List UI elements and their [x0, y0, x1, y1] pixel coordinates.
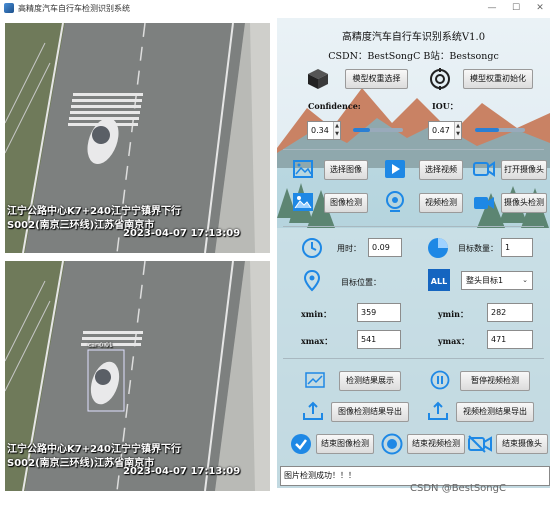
title-bar: 高精度汽车自行车检测识别系统 — ☐ ✕ — [0, 0, 553, 16]
webcam-icon — [386, 191, 404, 212]
system-title: 高精度汽车自行车识别系统V1.0 — [341, 32, 486, 43]
camera-detect-button[interactable]: 摄像头检测 — [501, 193, 547, 213]
select-image-button[interactable]: 选择图像 — [324, 160, 368, 180]
confidence-spinbox[interactable]: 0.34 ▲ ▼ — [307, 121, 341, 140]
divider — [283, 149, 544, 150]
check-circle-icon — [291, 434, 311, 454]
confidence-value: 0.34 — [311, 126, 329, 135]
pause-icon — [430, 370, 450, 390]
target-count-label: 目标数量： — [458, 244, 498, 253]
image-detect-icon — [293, 193, 313, 211]
ymax-field: 471 — [487, 330, 533, 349]
iou-value: 0.47 — [432, 126, 450, 135]
window-title: 高精度汽车自行车检测识别系统 — [18, 3, 130, 13]
confidence-label: Confidence: — [308, 101, 361, 111]
target-select-value: 整头目标1 — [466, 276, 504, 285]
xmin-label: xmin： — [301, 309, 332, 319]
cube-icon — [308, 69, 328, 89]
model-weight-init-button[interactable]: 模型权重初始化 — [463, 69, 533, 89]
confidence-spin-arrows[interactable]: ▲ ▼ — [333, 122, 340, 139]
close-button[interactable]: ✕ — [528, 0, 552, 16]
maximize-button[interactable]: ☐ — [504, 0, 528, 16]
pause-video-button[interactable]: 暂停视频检测 — [460, 371, 530, 391]
pie-chart-icon — [428, 238, 448, 258]
stop-circle-icon — [381, 433, 403, 455]
location-pin-icon — [304, 270, 320, 292]
time-label: 用时： — [337, 244, 361, 253]
open-camera-button[interactable]: 打开摄像头 — [501, 160, 547, 180]
video-file-icon — [385, 160, 405, 178]
camera-icon — [473, 161, 495, 177]
overlay-timestamp: 2023-04-07 17:13:09 — [123, 228, 241, 239]
app-icon — [4, 3, 14, 13]
iou-spin-arrows[interactable]: ▲ ▼ — [454, 122, 461, 139]
confidence-slider[interactable] — [353, 128, 403, 132]
ymin-field: 282 — [487, 303, 533, 322]
detection-image-view: car 0.91 江宁公路中心K7+240江宁宁镇界下行 S002(南京三环线)… — [5, 261, 270, 491]
original-image-view: 江宁公路中心K7+240江宁宁镇界下行 S002(南京三环线)江苏省南京市 20… — [5, 23, 270, 253]
all-targets-icon: ALL — [428, 269, 450, 291]
video-detect-button[interactable]: 视频检测 — [419, 193, 463, 213]
camera-detect-icon — [474, 197, 494, 209]
camera-off-icon — [468, 435, 492, 453]
line-chart-icon — [305, 372, 325, 388]
settings-target-icon — [430, 68, 450, 90]
csdn-watermark: CSDN @BestSongC — [410, 483, 506, 494]
iou-spinbox[interactable]: 0.47 ▲ ▼ — [428, 121, 462, 140]
divider — [283, 226, 544, 227]
minimize-button[interactable]: — — [480, 0, 504, 16]
author-info: CSDN：BestSongC B站：Bestsongc — [328, 51, 499, 62]
export-video-results-button[interactable]: 视频检测结果导出 — [456, 402, 534, 422]
ymax-label: ymax： — [438, 336, 470, 346]
iou-label: IOU： — [432, 101, 458, 111]
select-video-button[interactable]: 选择视频 — [419, 160, 463, 180]
confidence-slider-fill — [353, 128, 370, 132]
clock-icon — [302, 238, 322, 258]
upload-icon — [428, 401, 448, 420]
xmin-field: 359 — [357, 303, 401, 322]
detection-label: car 0.91 — [88, 342, 113, 349]
end-video-detect-button[interactable]: 结束视频检测 — [407, 434, 465, 454]
end-camera-button[interactable]: 结束摄像头 — [496, 434, 548, 454]
ymin-label: ymin： — [438, 309, 468, 319]
target-select-dropdown[interactable]: 整头目标1 ⌄ — [461, 271, 533, 290]
chevron-down-icon: ⌄ — [522, 276, 528, 284]
image-detect-button[interactable]: 图像检测 — [324, 193, 368, 213]
target-count-field: 1 — [501, 238, 533, 257]
time-field: 0.09 — [368, 238, 402, 257]
divider — [283, 358, 544, 359]
control-panel: 高精度汽车自行车识别系统V1.0 CSDN：BestSongC B站：Bests… — [277, 18, 550, 488]
image-icon — [293, 160, 313, 178]
svg-text:ALL: ALL — [431, 277, 447, 286]
model-weight-select-button[interactable]: 模型权重选择 — [345, 69, 408, 89]
export-image-results-button[interactable]: 图像检测结果导出 — [331, 402, 409, 422]
overlay-location-line1: 江宁公路中心K7+240江宁宁镇界下行 — [7, 444, 181, 455]
overlay-timestamp: 2023-04-07 17:13:09 — [123, 466, 241, 477]
target-position-label: 目标位置： — [341, 278, 381, 287]
end-image-detect-button[interactable]: 结束图像检测 — [316, 434, 374, 454]
show-results-button[interactable]: 检测结果展示 — [339, 371, 401, 391]
iou-slider[interactable] — [475, 128, 525, 132]
xmax-field: 541 — [357, 330, 401, 349]
overlay-location-line1: 江宁公路中心K7+240江宁宁镇界下行 — [7, 206, 181, 217]
xmax-label: xmax： — [301, 336, 333, 346]
upload-icon — [303, 401, 323, 420]
iou-slider-fill — [475, 128, 499, 132]
